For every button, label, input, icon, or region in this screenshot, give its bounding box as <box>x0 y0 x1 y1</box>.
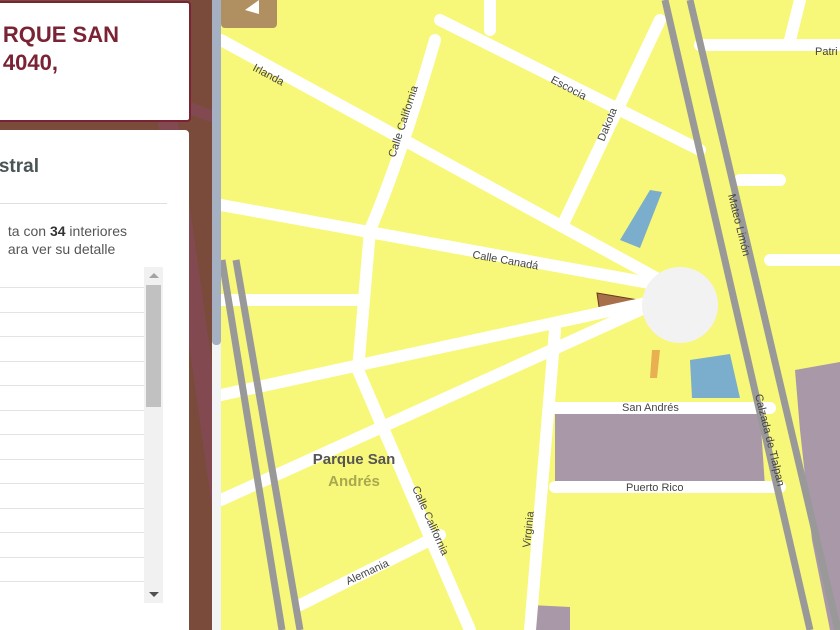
desc-text-2: ara ver su detalle <box>7 241 116 257</box>
desc-text: ta con <box>7 223 50 239</box>
water-area <box>620 190 662 248</box>
list-item[interactable] <box>0 533 144 558</box>
map-canvas: Irlanda Calle California Escocia Dakota … <box>221 0 840 630</box>
map[interactable]: Irlanda Calle California Escocia Dakota … <box>221 0 840 630</box>
lot-block <box>555 412 765 487</box>
address-card: RQUE SAN 4040, <box>0 1 191 122</box>
street-label: San Andrés <box>622 402 679 414</box>
list-scrollbar[interactable] <box>144 267 163 603</box>
list-item[interactable] <box>0 411 144 435</box>
street-label: Puerto Rico <box>626 482 683 494</box>
card-heading: stral <box>0 156 39 177</box>
desc-text: interiores <box>65 223 127 239</box>
water-area <box>690 354 740 398</box>
list-item[interactable] <box>0 337 144 362</box>
street-label: Alemania <box>344 557 391 588</box>
scroll-down-icon[interactable] <box>149 592 159 597</box>
street-label: Patri <box>815 46 838 58</box>
arrow-left-icon <box>245 0 259 14</box>
park-label: Andrés <box>328 473 380 490</box>
divider <box>0 203 167 204</box>
address-line-2: 4040, <box>2 50 58 75</box>
list-item[interactable] <box>0 362 144 386</box>
list-item[interactable] <box>0 558 144 582</box>
street-label: Mateo Limón <box>725 193 752 258</box>
splitter-handle[interactable] <box>212 0 221 345</box>
list-item[interactable] <box>0 509 144 533</box>
list-item[interactable] <box>0 460 144 484</box>
interiors-list <box>0 267 144 597</box>
lot-orange <box>650 350 660 378</box>
roundabout <box>642 267 718 343</box>
interior-count: 34 <box>49 223 66 239</box>
cadastral-card: stral ta con 34 interiores ara ver su de… <box>0 130 189 630</box>
back-button[interactable] <box>221 0 277 28</box>
list-item[interactable] <box>0 484 144 509</box>
list-item[interactable] <box>0 267 144 288</box>
list-item[interactable] <box>0 288 144 313</box>
scrollbar-thumb[interactable] <box>146 285 161 407</box>
list-item[interactable] <box>0 386 144 411</box>
list-item[interactable] <box>0 435 144 460</box>
card-description: ta con 34 interiores ara ver su detalle <box>8 222 127 258</box>
address-line-1: RQUE SAN <box>2 22 119 47</box>
sidebar: RQUE SAN 4040, stral ta con 34 interiore… <box>0 0 212 630</box>
list-item[interactable] <box>0 313 144 337</box>
park-label: Parque San <box>313 451 396 468</box>
scroll-up-icon[interactable] <box>149 273 159 278</box>
